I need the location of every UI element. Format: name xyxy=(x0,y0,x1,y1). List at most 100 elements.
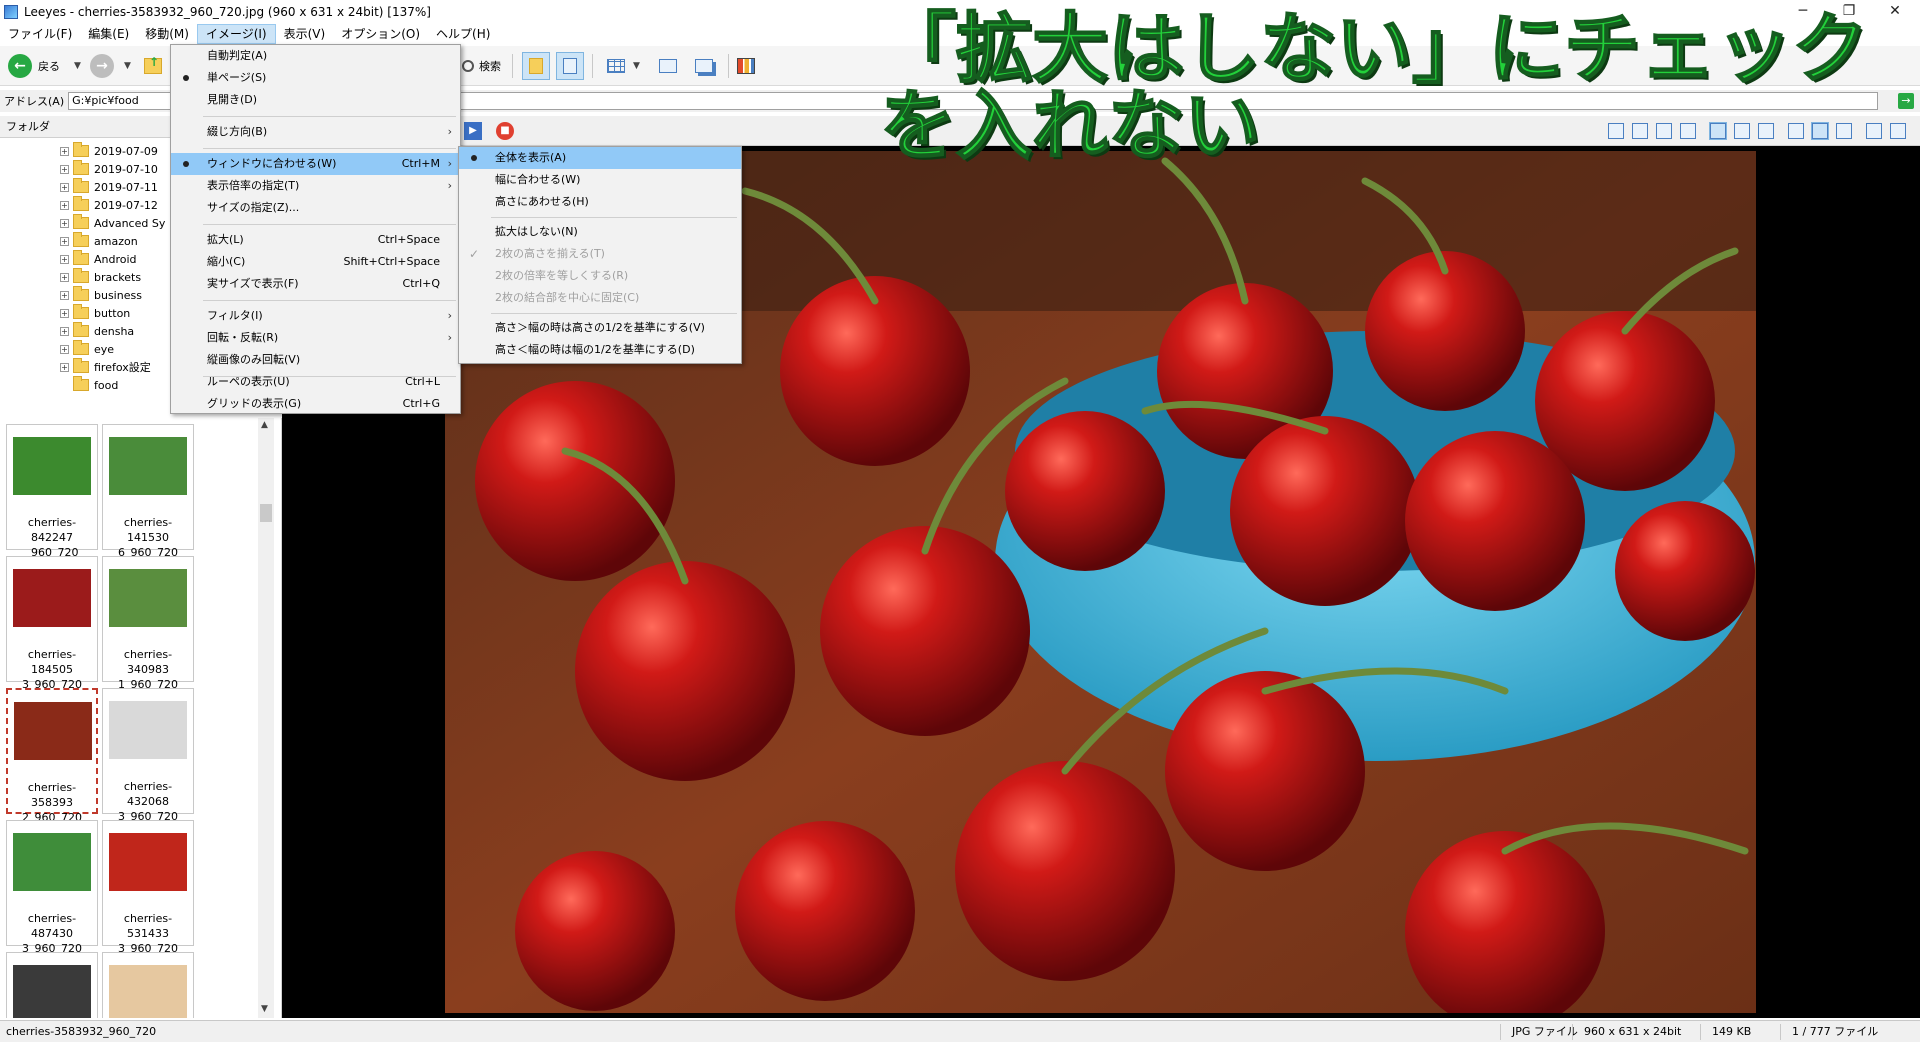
menu-item-zoom-in[interactable]: 拡大(L) Ctrl+Space xyxy=(171,229,460,251)
menu-item-rotate-portrait[interactable]: 縦画像のみ回転(V) xyxy=(171,349,460,371)
tree-item[interactable]: + business xyxy=(60,286,142,304)
menu-item-zoom-out[interactable]: 縮小(C) Shift+Ctrl+Space xyxy=(171,251,460,273)
menu-item-rotate-flip[interactable]: 回転・反転(R) › xyxy=(171,327,460,349)
expand-icon[interactable]: + xyxy=(60,272,69,282)
status-file-count: 1 / 777 ファイル xyxy=(1792,1025,1879,1038)
expand-icon[interactable]: + xyxy=(60,182,69,192)
thumbnail-item[interactable]: cherries-184505 3_960_720 xyxy=(6,556,98,691)
menu-file[interactable]: ファイル(F) xyxy=(0,24,80,44)
expand-icon[interactable]: + xyxy=(60,254,69,264)
multi-window-button[interactable] xyxy=(690,52,718,80)
thumbnail-item[interactable]: cherries-141530 6_960_720 xyxy=(102,424,194,559)
thumbnail-label: cherries-432068 3_960_720 xyxy=(118,780,178,823)
tree-item[interactable]: +2019-07-12 xyxy=(60,196,158,214)
menu-help[interactable]: ヘルプ(H) xyxy=(428,24,498,44)
menu-item-binding-direction[interactable]: 綴じ方向(B) › xyxy=(171,121,460,143)
forward-button[interactable]: → ▼ xyxy=(90,52,131,80)
scroll-up-icon[interactable]: ▲ xyxy=(261,420,268,430)
submenu-arrow-icon: › xyxy=(447,309,452,322)
tree-item[interactable]: +2019-07-09 xyxy=(60,142,158,160)
properties-button[interactable] xyxy=(732,52,760,80)
folder-pane-toggle-button[interactable] xyxy=(522,52,550,80)
status-filename: cherries-3583932_960_720 xyxy=(6,1025,157,1038)
expand-icon[interactable]: + xyxy=(60,344,69,354)
thumbnail-item[interactable]: cherries-487430 3_960_720 xyxy=(6,820,98,955)
slide-play-icon[interactable]: ▶ xyxy=(464,122,482,140)
thumbnail-pane-toggle-button[interactable] xyxy=(556,52,584,80)
thumbnail-image xyxy=(109,437,187,495)
scroll-down-icon[interactable]: ▼ xyxy=(261,1004,268,1014)
menu-options[interactable]: オプション(O) xyxy=(333,24,428,44)
submenu-item-fit-height[interactable]: 高さにあわせる(H) xyxy=(459,191,741,213)
menu-edit[interactable]: 編集(E) xyxy=(80,24,137,44)
expand-icon[interactable]: + xyxy=(60,326,69,336)
thumbnail-item[interactable] xyxy=(6,952,98,1018)
submenu-item-match-height[interactable]: ✓ 2枚の高さを揃える(T) xyxy=(459,243,741,265)
submenu-item-equal-ratio[interactable]: 2枚の倍率を等しくする(R) xyxy=(459,265,741,287)
thumbnail-size-dropdown-icon[interactable]: ▼ xyxy=(633,61,640,71)
search-label: 検索 xyxy=(479,60,501,73)
submenu-item-fix-center[interactable]: 2枚の結合部を中心に固定(C) xyxy=(459,287,741,309)
back-dropdown-icon[interactable]: ▼ xyxy=(74,61,81,71)
tree-item[interactable]: + button xyxy=(60,304,130,322)
expand-icon[interactable]: + xyxy=(60,164,69,174)
tree-item[interactable]: + brackets xyxy=(60,268,141,286)
menu-item-grid[interactable]: グリッドの表示(G) Ctrl+G xyxy=(171,393,460,415)
submenu-arrow-icon: › xyxy=(447,179,452,192)
tree-item[interactable]: + Advanced Sy xyxy=(60,214,165,232)
tree-item[interactable]: + Android xyxy=(60,250,137,268)
submenu-item-no-enlarge[interactable]: 拡大はしない(N) xyxy=(459,221,741,243)
up-folder-button[interactable]: ↑ xyxy=(144,52,162,80)
submenu-item-fit-width[interactable]: 幅に合わせる(W) xyxy=(459,169,741,191)
thumbnail-item[interactable]: cherries-340983 1_960_720 xyxy=(102,556,194,691)
stop-icon[interactable]: ■ xyxy=(496,122,514,140)
expand-icon[interactable]: + xyxy=(60,200,69,210)
submenu-item-half-width[interactable]: 高さ＜幅の時は幅の1/2を基準にする(D) xyxy=(459,339,741,361)
go-arrow-icon[interactable]: → xyxy=(1898,93,1914,109)
menu-item-size[interactable]: サイズの指定(Z)... xyxy=(171,197,460,219)
menu-image[interactable]: イメージ(I) xyxy=(196,24,276,44)
menu-item-loupe[interactable]: ルーペの表示(U) Ctrl+L xyxy=(171,371,460,393)
menu-item-zoom-ratio[interactable]: 表示倍率の指定(T) › xyxy=(171,175,460,197)
fit-window-submenu: 全体を表示(A) 幅に合わせる(W) 高さにあわせる(H) 拡大はしない(N) … xyxy=(458,146,742,364)
thumbnail-vertical-scrollbar[interactable]: ▲ ▼ xyxy=(258,418,274,1018)
back-arrow-icon: ← xyxy=(8,54,32,78)
menu-item-single-page[interactable]: 単ページ(S) xyxy=(171,67,460,89)
thumbnail-item-selected[interactable]: cherries-358393 2_960_720 xyxy=(6,688,98,824)
tree-item[interactable]: + densha xyxy=(60,322,134,340)
menu-item-auto[interactable]: 自動判定(A) xyxy=(171,45,460,67)
expand-icon[interactable]: + xyxy=(60,236,69,246)
back-button[interactable]: ← 戻る ▼ xyxy=(8,52,81,80)
slideshow-button[interactable] xyxy=(654,52,682,80)
thumbnail-item[interactable]: cherries-842247 _960_720 xyxy=(6,424,98,559)
grid-icon xyxy=(602,52,630,80)
thumbnail-item[interactable]: cherries-531433 3_960_720 xyxy=(102,820,194,955)
submenu-item-fit-all[interactable]: 全体を表示(A) xyxy=(459,147,741,169)
menu-item-spread[interactable]: 見開き(D) xyxy=(171,89,460,111)
menu-view[interactable]: 表示(V) xyxy=(276,24,334,44)
thumbnail-size-button[interactable]: ▼ xyxy=(602,52,640,80)
search-button[interactable]: 検索 xyxy=(462,52,501,80)
tree-item-selected[interactable]: food xyxy=(73,376,118,394)
scroll-thumb[interactable] xyxy=(260,504,272,522)
forward-dropdown-icon[interactable]: ▼ xyxy=(124,61,131,71)
tree-item[interactable]: + amazon xyxy=(60,232,138,250)
thumbnail-pane: cherries-842247 _960_720 cherries-141530 6… xyxy=(0,418,282,1018)
tree-item[interactable]: +2019-07-11 xyxy=(60,178,158,196)
thumbnail-item[interactable]: cherries-432068 3_960_720 xyxy=(102,688,194,823)
expand-icon[interactable]: + xyxy=(60,308,69,318)
menu-item-filter[interactable]: フィルタ(I) › xyxy=(171,305,460,327)
expand-icon[interactable]: + xyxy=(60,362,69,372)
menu-item-actual-size[interactable]: 実サイズで表示(F) Ctrl+Q xyxy=(171,273,460,295)
expand-icon[interactable]: + xyxy=(60,146,69,156)
tree-item[interactable]: + eye xyxy=(60,340,114,358)
tree-item[interactable]: + firefox設定 xyxy=(60,358,151,376)
thumbnail-item[interactable] xyxy=(102,952,194,1018)
menu-item-fit-window[interactable]: ウィンドウに合わせる(W) Ctrl+M › xyxy=(171,153,460,175)
tree-item[interactable]: +2019-07-10 xyxy=(60,160,158,178)
expand-icon[interactable]: + xyxy=(60,290,69,300)
tree-item-label: food xyxy=(94,378,119,392)
menu-move[interactable]: 移動(M) xyxy=(137,24,197,44)
submenu-item-half-height[interactable]: 高さ＞幅の時は高さの1/2を基準にする(V) xyxy=(459,317,741,339)
expand-icon[interactable]: + xyxy=(60,218,69,228)
